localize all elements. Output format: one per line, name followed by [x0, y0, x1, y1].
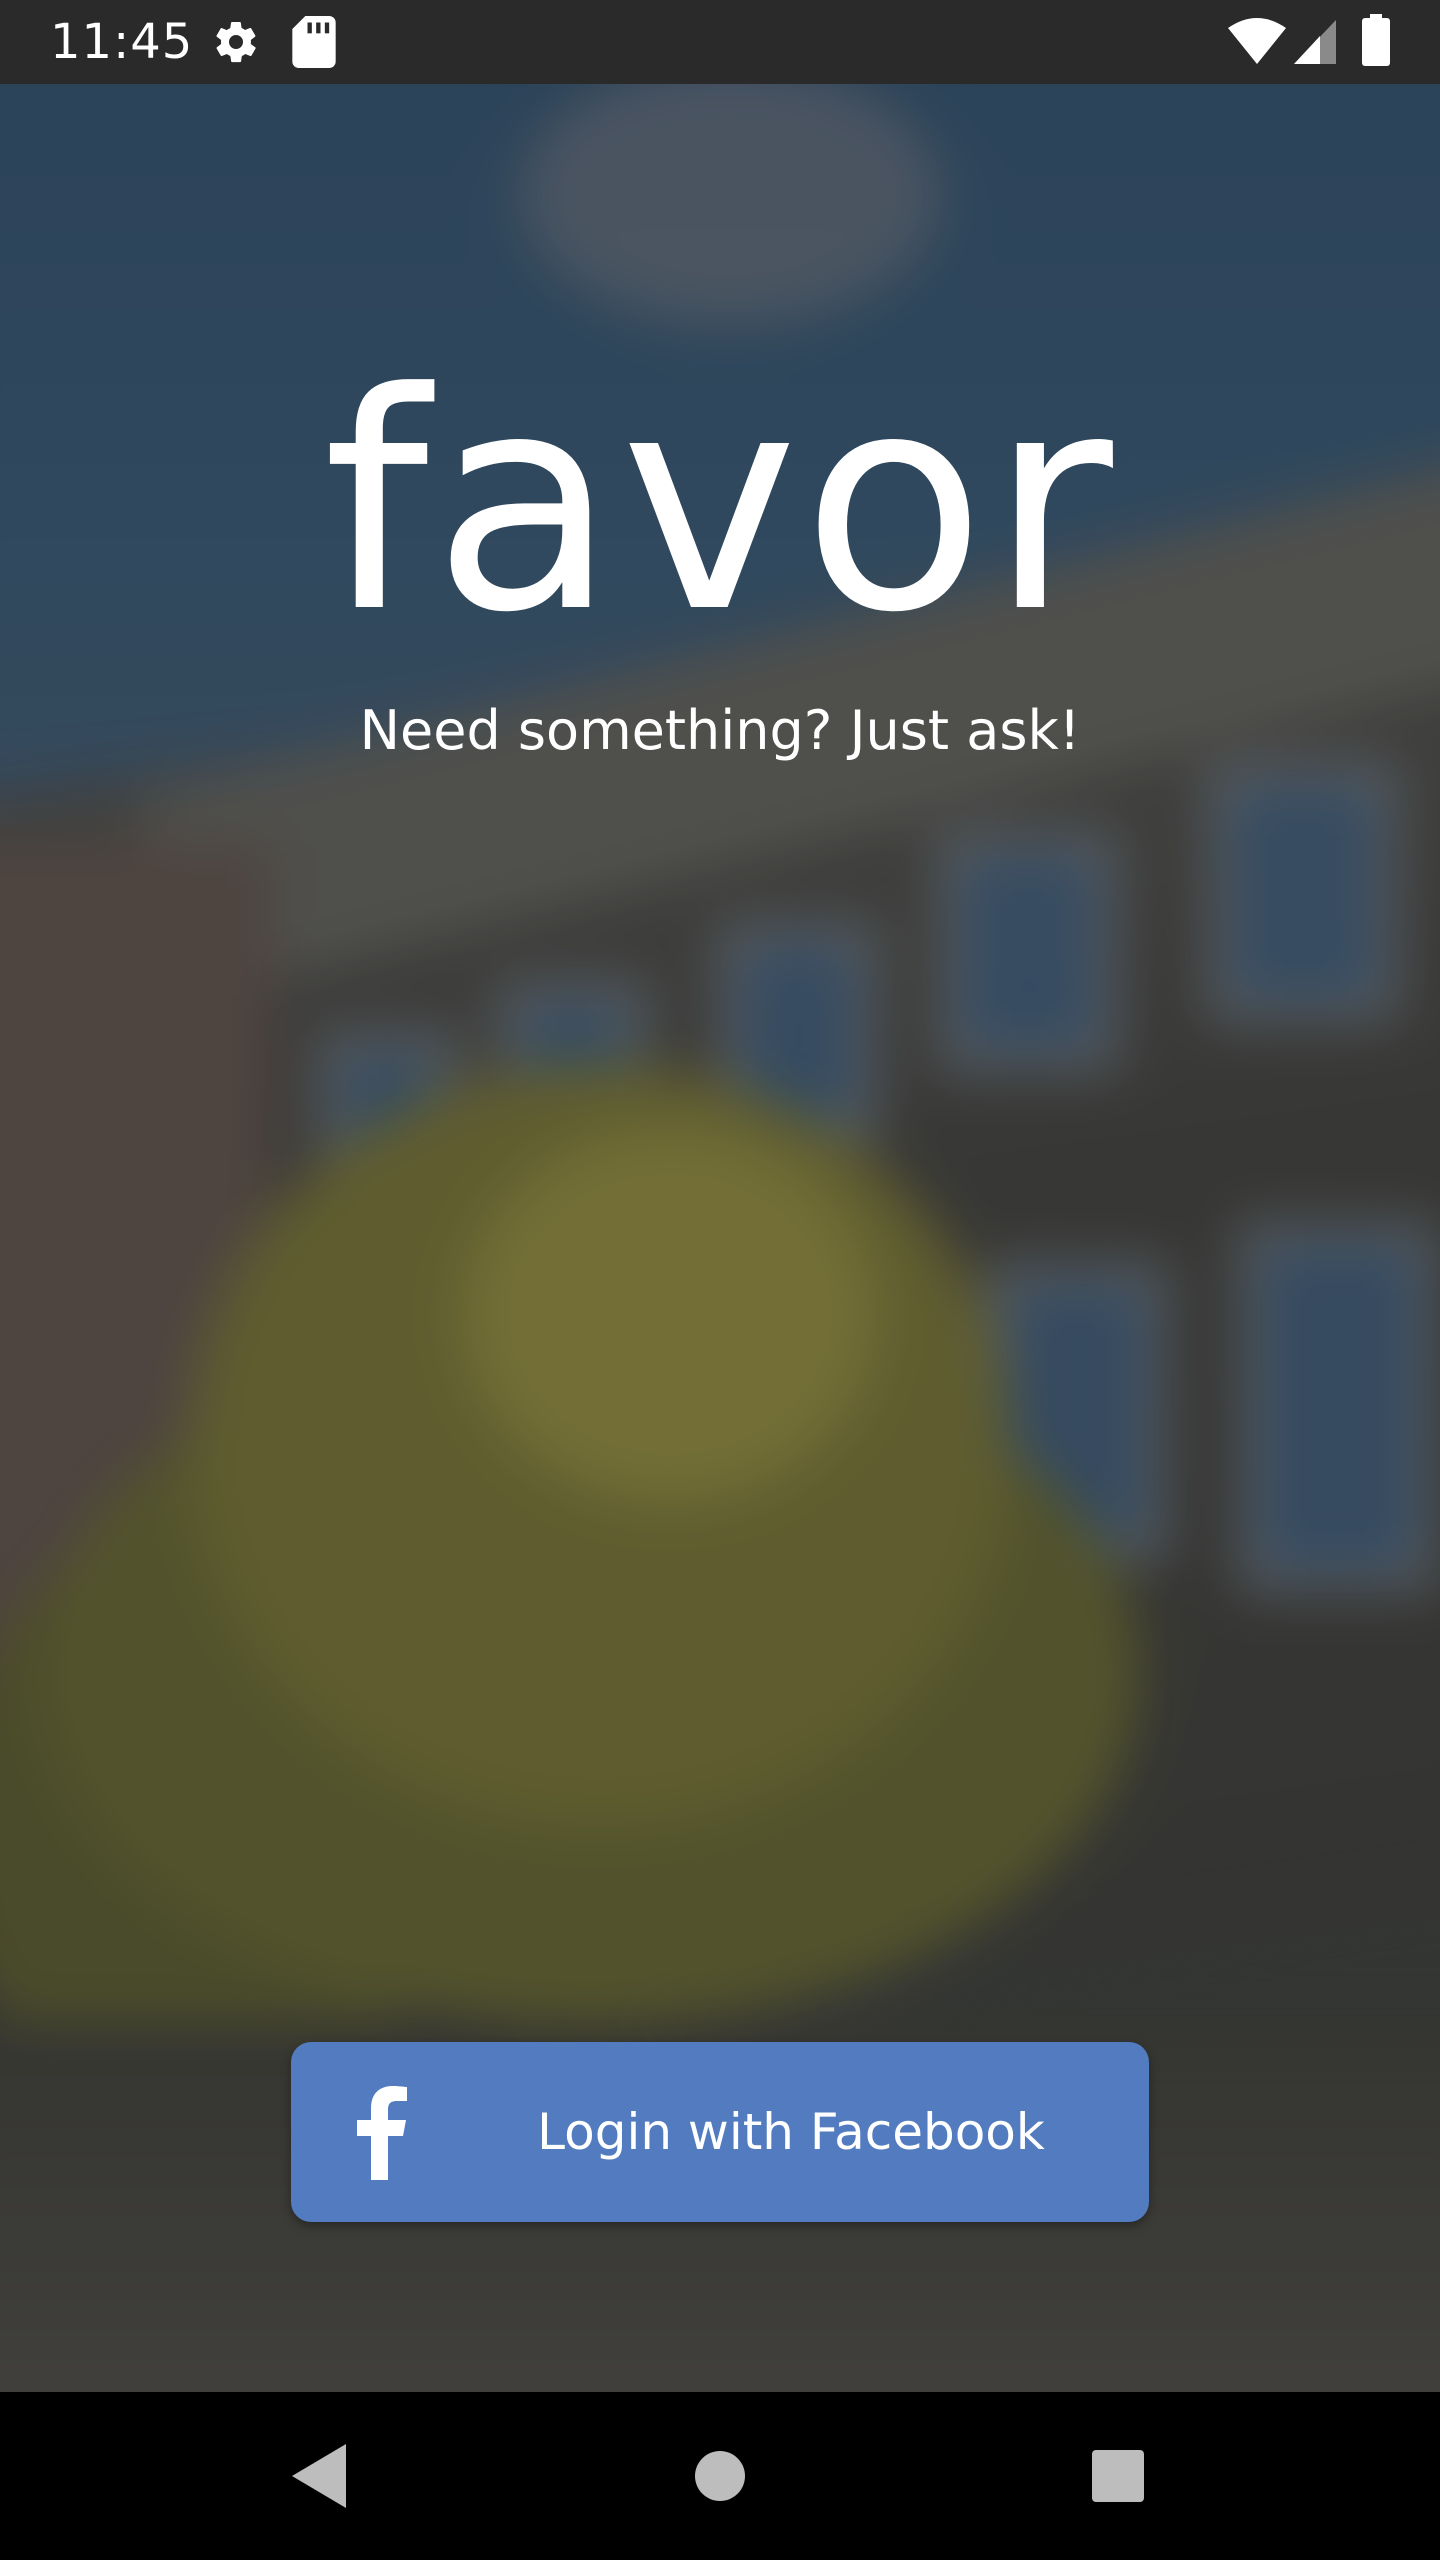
cell-signal-icon [1294, 20, 1336, 64]
settings-gear-icon [216, 21, 256, 63]
sd-card-icon [292, 16, 336, 68]
status-bar: 11:45 [0, 0, 1440, 84]
navigation-bar [0, 2392, 1440, 2560]
recents-icon[interactable] [1068, 2426, 1168, 2526]
status-time: 11:45 [50, 14, 194, 70]
login-button-label: Login with Facebook [537, 2103, 1045, 2161]
login-with-facebook-button[interactable]: Login with Facebook [291, 2042, 1149, 2222]
back-icon[interactable] [270, 2426, 370, 2526]
home-icon[interactable] [670, 2426, 770, 2526]
app-logo-text: favor [323, 329, 1117, 678]
tagline: Need something? Just ask! [359, 699, 1081, 762]
background-photo: favor Need something? Just ask! Login wi… [0, 84, 1440, 2392]
facebook-f-icon [357, 2086, 407, 2180]
battery-icon [1362, 14, 1390, 66]
wifi-icon [1228, 18, 1286, 64]
login-screen: 11:45 favor Need something? Just ask! Lo… [0, 0, 1440, 2560]
